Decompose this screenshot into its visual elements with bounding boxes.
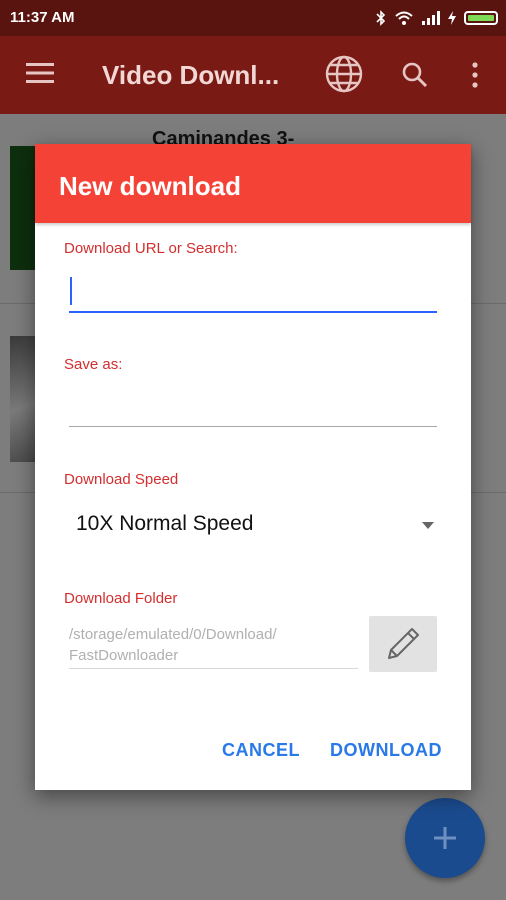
url-input[interactable] (69, 274, 437, 308)
globe-icon[interactable] (324, 54, 364, 94)
plus-icon (434, 827, 456, 849)
folder-path-line: FastDownloader (69, 647, 179, 664)
folder-path-underline (69, 668, 358, 669)
signal-icon (422, 11, 440, 25)
save-as-label: Save as: (64, 356, 123, 373)
status-time: 11:37 AM (10, 9, 75, 26)
folder-label: Download Folder (64, 590, 178, 607)
more-vert-icon[interactable] (471, 62, 479, 88)
speed-select-value: 10X Normal Speed (76, 512, 254, 535)
app-title: Video Downl... (102, 60, 280, 90)
edit-folder-button[interactable] (369, 616, 437, 672)
status-bar: 11:37 AM (0, 0, 506, 36)
cancel-button[interactable]: CANCEL (222, 740, 300, 761)
menu-icon[interactable] (26, 63, 54, 83)
charging-icon (448, 11, 456, 25)
folder-path: /storage/emulated/0/Download/ FastDownlo… (69, 624, 359, 666)
dialog-title: New download (59, 171, 241, 201)
save-as-input[interactable] (69, 390, 437, 424)
url-label: Download URL or Search: (64, 240, 238, 257)
dialog-header: New download (35, 144, 471, 223)
wifi-icon (395, 11, 413, 25)
speed-select[interactable]: 10X Normal Speed (64, 503, 434, 547)
speed-label: Download Speed (64, 471, 179, 488)
save-as-underline (69, 426, 437, 427)
add-download-fab[interactable] (405, 798, 485, 878)
bluetooth-icon (376, 10, 386, 26)
new-download-dialog: New download Download URL or Search: Sav… (35, 144, 471, 790)
folder-path-line: /storage/emulated/0/Download/ (69, 626, 277, 643)
text-cursor (70, 277, 72, 305)
dropdown-arrow-icon (422, 522, 434, 529)
app-bar: Video Downl... (0, 36, 506, 114)
status-icons (376, 8, 498, 28)
download-button[interactable]: DOWNLOAD (330, 740, 442, 761)
pencil-icon (388, 628, 419, 659)
url-input-underline (69, 311, 437, 313)
search-icon[interactable] (402, 62, 428, 88)
battery-icon (464, 11, 498, 25)
